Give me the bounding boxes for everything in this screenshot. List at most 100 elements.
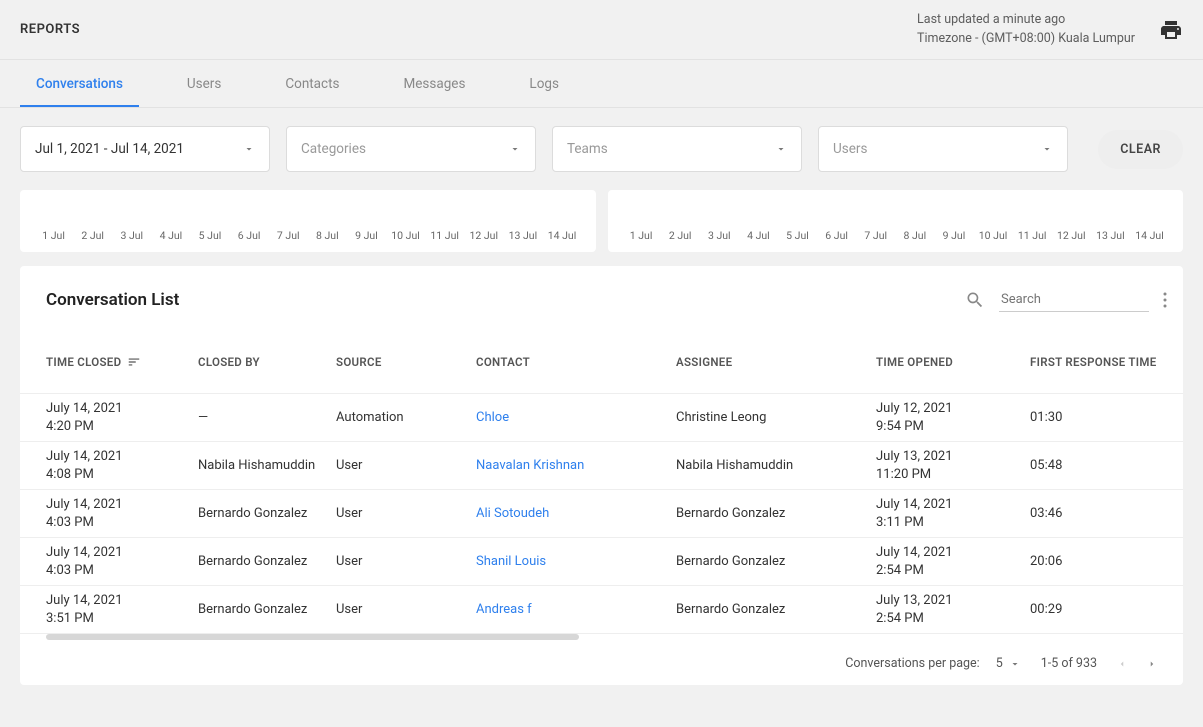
list-header-right: [965, 288, 1167, 312]
teams-dropdown[interactable]: Teams: [552, 126, 802, 172]
cell-contact[interactable]: Ali Sotoudeh: [476, 505, 676, 523]
last-updated: Last updated a minute ago: [917, 11, 1135, 30]
chart-axis-right: 1 Jul 2 Jul 3 Jul 4 Jul 5 Jul 6 Jul 7 Ju…: [622, 229, 1170, 242]
cell-assignee: Bernardo Gonzalez: [676, 601, 876, 619]
page-next-icon[interactable]: [1147, 659, 1157, 669]
cell-time-opened: July 13, 202111:20 PM: [876, 448, 1030, 483]
cell-first-response: 05:48: [1030, 457, 1190, 475]
table-row[interactable]: July 14, 20214:03 PM Bernardo Gonzalez U…: [20, 490, 1183, 538]
cell-time-closed: July 14, 20214:08 PM: [46, 448, 198, 483]
cell-time-opened: July 12, 20219:54 PM: [876, 400, 1030, 435]
cell-source: User: [336, 457, 476, 475]
tabs: Conversations Users Contacts Messages Lo…: [0, 60, 1203, 108]
cell-contact[interactable]: Andreas f: [476, 601, 676, 619]
th-time-opened[interactable]: TIME OPENED: [876, 355, 1030, 369]
print-icon[interactable]: [1159, 18, 1183, 42]
cell-source: Automation: [336, 409, 476, 427]
pagination: Conversations per page: 5 1-5 of 933: [20, 640, 1183, 681]
th-time-closed[interactable]: TIME CLOSED: [46, 355, 198, 369]
th-assignee[interactable]: ASSIGNEE: [676, 355, 876, 369]
conversation-list-card: Conversation List TIME CLOSED CLOSED BY …: [20, 266, 1183, 685]
chart-card-left: 1 Jul 2 Jul 3 Jul 4 Jul 5 Jul 6 Jul 7 Ju…: [20, 190, 596, 252]
cell-closed-by: Bernardo Gonzalez: [198, 601, 336, 619]
cell-first-response: 03:46: [1030, 505, 1190, 523]
cell-source: User: [336, 505, 476, 523]
table-row[interactable]: July 14, 20214:03 PM Bernardo Gonzalez U…: [20, 538, 1183, 586]
search-icon: [965, 290, 985, 310]
page-range: 1-5 of 933: [1041, 656, 1097, 671]
per-page-label: Conversations per page:: [845, 656, 979, 671]
th-source[interactable]: SOURCE: [336, 355, 476, 369]
header-meta-wrap: Last updated a minute ago Timezone - (GM…: [917, 11, 1183, 49]
list-header: Conversation List: [20, 266, 1183, 330]
chevron-down-icon: [1041, 143, 1053, 155]
cell-closed-by: Nabila Hishamuddin: [198, 457, 336, 475]
date-range-dropdown[interactable]: Jul 1, 2021 - Jul 14, 2021: [20, 126, 270, 172]
chevron-down-icon: [775, 143, 787, 155]
page-header: REPORTS Last updated a minute ago Timezo…: [0, 0, 1203, 60]
chevron-down-icon: [243, 143, 255, 155]
table-row[interactable]: July 14, 20213:51 PM Bernardo Gonzalez U…: [20, 586, 1183, 634]
search-input[interactable]: [999, 288, 1149, 312]
cell-assignee: Bernardo Gonzalez: [676, 553, 876, 571]
cell-contact[interactable]: Chloe: [476, 409, 676, 427]
cell-closed-by: Bernardo Gonzalez: [198, 505, 336, 523]
cell-assignee: Bernardo Gonzalez: [676, 505, 876, 523]
users-dropdown[interactable]: Users: [818, 126, 1068, 172]
users-placeholder: Users: [833, 141, 867, 157]
cell-assignee: Christine Leong: [676, 409, 876, 427]
tab-contacts[interactable]: Contacts: [269, 61, 355, 107]
per-page-value[interactable]: 5: [996, 656, 1003, 671]
cell-source: User: [336, 601, 476, 619]
teams-placeholder: Teams: [567, 141, 608, 157]
table-row[interactable]: July 14, 20214:20 PM — Automation Chloe …: [20, 394, 1183, 442]
cell-closed-by: Bernardo Gonzalez: [198, 553, 336, 571]
cell-assignee: Nabila Hishamuddin: [676, 457, 876, 475]
cell-time-closed: July 14, 20214:03 PM: [46, 496, 198, 531]
sort-icon: [127, 355, 141, 369]
chart-card-right: 1 Jul 2 Jul 3 Jul 4 Jul 5 Jul 6 Jul 7 Ju…: [608, 190, 1184, 252]
page-prev-icon[interactable]: [1117, 659, 1127, 669]
filter-bar: Jul 1, 2021 - Jul 14, 2021 Categories Te…: [0, 108, 1203, 190]
header-meta: Last updated a minute ago Timezone - (GM…: [917, 11, 1135, 49]
cell-source: User: [336, 553, 476, 571]
th-first-response-time[interactable]: FIRST RESPONSE TIME: [1030, 355, 1190, 369]
horizontal-scrollbar-thumb[interactable]: [46, 634, 579, 640]
more-icon[interactable]: [1163, 292, 1167, 308]
clear-button[interactable]: CLEAR: [1098, 130, 1183, 169]
charts-row: 1 Jul 2 Jul 3 Jul 4 Jul 5 Jul 6 Jul 7 Ju…: [0, 190, 1203, 266]
cell-first-response: 20:06: [1030, 553, 1190, 571]
cell-first-response: 00:29: [1030, 601, 1190, 619]
cell-time-closed: July 14, 20213:51 PM: [46, 592, 198, 627]
cell-contact[interactable]: Naavalan Krishnan: [476, 457, 676, 475]
cell-time-closed: July 14, 20214:03 PM: [46, 544, 198, 579]
categories-placeholder: Categories: [301, 141, 366, 157]
tab-logs[interactable]: Logs: [513, 61, 575, 107]
cell-time-opened: July 13, 20212:54 PM: [876, 592, 1030, 627]
th-contact[interactable]: CONTACT: [476, 355, 676, 369]
table-header: TIME CLOSED CLOSED BY SOURCE CONTACT ASS…: [20, 330, 1183, 394]
page-title: REPORTS: [20, 22, 80, 37]
cell-time-opened: July 14, 20212:54 PM: [876, 544, 1030, 579]
cell-first-response: 01:30: [1030, 409, 1190, 427]
per-page-dropdown[interactable]: [1009, 658, 1021, 670]
tab-users[interactable]: Users: [171, 61, 237, 107]
list-title: Conversation List: [46, 290, 179, 310]
chevron-down-icon: [509, 143, 521, 155]
cell-time-opened: July 14, 20213:11 PM: [876, 496, 1030, 531]
conversation-table: TIME CLOSED CLOSED BY SOURCE CONTACT ASS…: [20, 330, 1183, 634]
horizontal-scrollbar[interactable]: [46, 634, 1157, 640]
timezone: Timezone - (GMT+08:00) Kuala Lumpur: [917, 30, 1135, 49]
cell-time-closed: July 14, 20214:20 PM: [46, 400, 198, 435]
categories-dropdown[interactable]: Categories: [286, 126, 536, 172]
cell-closed-by: —: [198, 409, 336, 427]
date-range-value: Jul 1, 2021 - Jul 14, 2021: [35, 141, 184, 157]
tab-conversations[interactable]: Conversations: [20, 61, 139, 107]
chevron-down-icon: [1009, 658, 1021, 670]
chart-axis-left: 1 Jul 2 Jul 3 Jul 4 Jul 5 Jul 6 Jul 7 Ju…: [34, 229, 582, 242]
tab-messages[interactable]: Messages: [387, 61, 481, 107]
table-row[interactable]: July 14, 20214:08 PM Nabila Hishamuddin …: [20, 442, 1183, 490]
cell-contact[interactable]: Shanil Louis: [476, 553, 676, 571]
page-size: Conversations per page: 5: [845, 656, 1020, 671]
th-closed-by[interactable]: CLOSED BY: [198, 355, 336, 369]
